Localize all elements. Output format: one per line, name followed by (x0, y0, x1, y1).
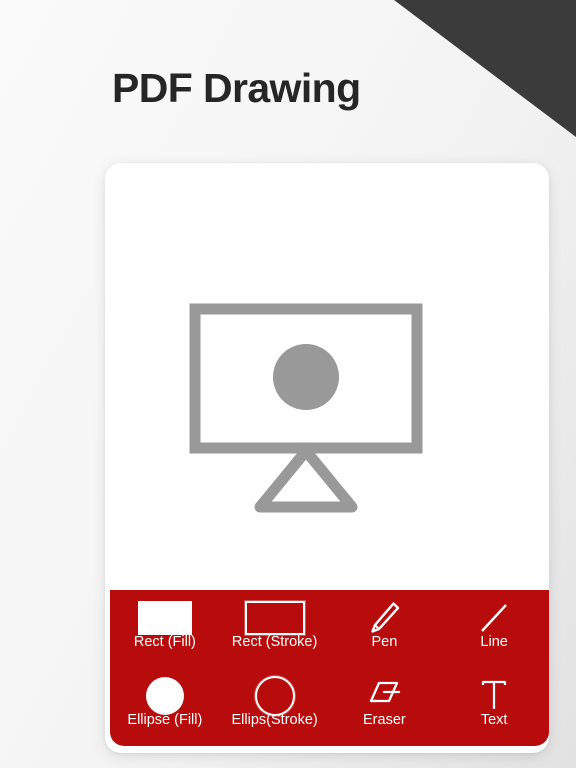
tool-pen[interactable]: Pen (330, 590, 440, 668)
tool-label: Text (480, 712, 508, 728)
tool-ellipse-fill[interactable]: Ellipse (Fill) (110, 668, 220, 746)
tool-row-bottom: Ellipse (Fill) Ellips(Stroke) Eraser Tex… (110, 668, 549, 746)
rect-fill-icon (137, 598, 192, 638)
tool-ellipse-stroke[interactable]: Ellips(Stroke) (220, 668, 330, 746)
tool-line[interactable]: Line (439, 590, 549, 668)
tool-rect-fill[interactable]: Rect (Fill) (110, 590, 220, 668)
page-title: PDF Drawing (112, 65, 361, 111)
tool-label: Eraser (363, 712, 406, 728)
drawing-canvas[interactable] (105, 163, 549, 590)
tool-row-top: Rect (Fill) Rect (Stroke) Pen Line (110, 590, 549, 668)
tool-label: Line (480, 634, 508, 650)
rect-stroke-icon (244, 598, 305, 638)
corner-decoration-triangle (394, 0, 576, 137)
pen-icon (367, 598, 401, 638)
text-icon (477, 676, 511, 716)
tools-toolbar: Rect (Fill) Rect (Stroke) Pen Line Ellip… (110, 590, 549, 746)
tool-label: Ellipse (Fill) (127, 712, 203, 728)
tool-label: Rect (Fill) (133, 634, 196, 650)
tool-label: Ellips(Stroke) (231, 712, 318, 728)
line-icon (477, 598, 511, 638)
eraser-icon (365, 676, 403, 716)
ellipse-stroke-icon (254, 676, 295, 716)
presentation-easel-icon (189, 303, 423, 513)
tool-label: Pen (371, 634, 398, 650)
ellipse-fill-icon (145, 676, 184, 716)
tool-text[interactable]: Text (439, 668, 549, 746)
drawing-card: Rect (Fill) Rect (Stroke) Pen Line Ellip… (105, 163, 549, 753)
tool-eraser[interactable]: Eraser (330, 668, 440, 746)
tool-label: Rect (Stroke) (231, 634, 318, 650)
app-screen: PDF Drawing Rect (Fill) Rect (Stroke) Pe… (0, 0, 576, 768)
tool-rect-stroke[interactable]: Rect (Stroke) (220, 590, 330, 668)
